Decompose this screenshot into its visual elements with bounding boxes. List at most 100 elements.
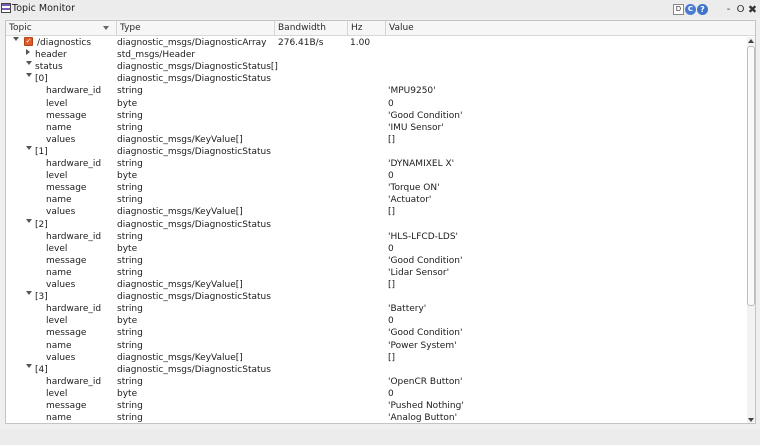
tree-row-type: string (117, 377, 143, 387)
tree-row-topic: level (46, 99, 68, 109)
column-header-type[interactable]: Type (117, 21, 275, 36)
tree-row-value: 'HLS-LFCD-LDS' (388, 232, 459, 242)
tree-row[interactable]: header std_msgs/Header (6, 49, 746, 61)
tree-row-type: string (117, 111, 143, 121)
tree-row[interactable]: values diagnostic_msgs/KeyValue[] [] (6, 279, 746, 291)
title-bar-buttons: D C ? - O ✖ (672, 2, 758, 16)
tree-row[interactable]: name string 'Lidar Sensor' (6, 267, 746, 279)
tree-row-type: string (117, 413, 143, 423)
tree-row[interactable]: [2] diagnostic_msgs/DiagnosticStatus (6, 219, 746, 231)
tree-row[interactable]: hardware_id string 'HLS-LFCD-LDS' (6, 231, 746, 243)
column-header-value[interactable]: Value (386, 21, 745, 36)
tree-row[interactable]: status diagnostic_msgs/DiagnosticStatus[] (6, 61, 746, 73)
expand-arrow-right-icon[interactable] (26, 49, 30, 55)
tree-row[interactable]: level byte 0 (6, 98, 746, 110)
tree-row[interactable]: name string 'Actuator' (6, 194, 746, 206)
tree-row-topic: [0] (35, 74, 48, 84)
tree-row[interactable]: [4] diagnostic_msgs/DiagnosticStatus (6, 364, 746, 376)
tree-row[interactable]: hardware_id string 'MPU9250' (6, 85, 746, 97)
tree-row-value: 'Battery' (388, 304, 427, 314)
tree-row-topic: message (46, 256, 87, 266)
tree-row-type: string (117, 256, 143, 266)
expand-arrow-down-icon[interactable] (26, 73, 32, 77)
tree-row[interactable]: level byte 0 (6, 243, 746, 255)
tree-row-value: 'Lidar Sensor' (388, 268, 450, 278)
restore-button[interactable]: O (735, 4, 746, 15)
tree-row[interactable]: values diagnostic_msgs/KeyValue[] [] (6, 206, 746, 218)
tree-row[interactable]: name string 'Analog Button' (6, 412, 746, 423)
tree-row[interactable]: [3] diagnostic_msgs/DiagnosticStatus (6, 291, 746, 303)
tree-row-topic: /diagnostics (37, 38, 92, 48)
tree-row[interactable]: hardware_id string 'OpenCR Button' (6, 376, 746, 388)
tree-row-type: string (117, 401, 143, 411)
tree-row[interactable]: hardware_id string 'DYNAMIXEL X' (6, 158, 746, 170)
tree-row-bandwidth: 276.41B/s (278, 38, 324, 48)
reload-button[interactable]: C (685, 3, 696, 15)
tree-row-topic: message (46, 401, 87, 411)
tree-row[interactable]: level byte 0 (6, 170, 746, 182)
tree-row-value: 'Good Condition' (388, 256, 463, 266)
tree-row-topic: values (46, 353, 76, 363)
tree-row-type: diagnostic_msgs/KeyValue[] (117, 207, 243, 217)
tree-row-type: diagnostic_msgs/DiagnosticStatus (117, 292, 271, 302)
tree-row-topic: level (46, 389, 68, 399)
expand-arrow-down-icon[interactable] (26, 61, 32, 65)
tree-row-topic: name (46, 268, 72, 278)
d-button[interactable]: D (673, 3, 684, 15)
expand-arrow-down-icon[interactable] (26, 291, 32, 295)
status-bar (0, 429, 760, 445)
tree-row-value: 0 (388, 244, 394, 254)
tree-row[interactable]: message string 'Torque ON' (6, 182, 746, 194)
tree-row[interactable]: level byte 0 (6, 315, 746, 327)
tree-row-value: 'Torque ON' (388, 183, 440, 193)
tree-row-type: diagnostic_msgs/KeyValue[] (117, 353, 243, 363)
scrollbar-thumb[interactable] (747, 46, 755, 306)
column-header-topic[interactable]: Topic (6, 21, 117, 36)
tree-row-value: 'OpenCR Button' (388, 377, 463, 387)
tree-row-type: string (117, 123, 143, 133)
expand-arrow-down-icon[interactable] (13, 37, 19, 41)
tree-row[interactable]: message string 'Good Condition' (6, 110, 746, 122)
tree-row-topic: hardware_id (46, 232, 102, 242)
column-header-hz[interactable]: Hz (348, 21, 386, 36)
tree-row-topic: name (46, 123, 72, 133)
tree-row[interactable]: [0] diagnostic_msgs/DiagnosticStatus (6, 73, 746, 85)
tree-row[interactable]: values diagnostic_msgs/KeyValue[] [] (6, 352, 746, 364)
tree-row[interactable]: hardware_id string 'Battery' (6, 303, 746, 315)
monitor-checkbox[interactable]: ✓ (24, 37, 33, 46)
expand-arrow-down-icon[interactable] (26, 364, 32, 368)
tree-row[interactable]: name string 'Power System' (6, 340, 746, 352)
minimize-button[interactable]: - (723, 4, 734, 15)
tree-row[interactable]: ✓ /diagnostics diagnostic_msgs/DiagnosticA… (6, 37, 746, 49)
tree-row[interactable]: message string 'Pushed Nothing' (6, 400, 746, 412)
tree-row-type: diagnostic_msgs/DiagnosticStatus (117, 74, 271, 84)
tree-row[interactable]: values diagnostic_msgs/KeyValue[] [] (6, 134, 746, 146)
scroll-up-arrow-icon[interactable] (748, 39, 754, 43)
close-button[interactable]: ✖ (747, 4, 758, 15)
tree-row-type: std_msgs/Header (117, 50, 196, 60)
tree-row[interactable]: level byte 0 (6, 388, 746, 400)
vertical-scrollbar[interactable] (747, 37, 755, 423)
tree-row-topic: hardware_id (46, 86, 102, 96)
tree-row-topic: message (46, 328, 87, 338)
column-header-type-label: Type (120, 23, 141, 33)
tree-row[interactable]: name string 'IMU Sensor' (6, 122, 746, 134)
tree-row-value: 'Pushed Nothing' (388, 401, 464, 411)
tree-row-topic: level (46, 171, 68, 181)
tree-row[interactable]: message string 'Good Condition' (6, 327, 746, 339)
tree-row-value: 'Good Condition' (388, 328, 463, 338)
expand-arrow-down-icon[interactable] (26, 146, 32, 150)
tree-row-value: 'Analog Button' (388, 413, 458, 423)
tree-row-topic: hardware_id (46, 377, 102, 387)
tree-row[interactable]: [1] diagnostic_msgs/DiagnosticStatus (6, 146, 746, 158)
column-header-bandwidth[interactable]: Bandwidth (275, 21, 348, 36)
tree-row-type: diagnostic_msgs/DiagnosticArray (117, 38, 267, 48)
expand-arrow-down-icon[interactable] (26, 219, 32, 223)
sort-indicator-icon (103, 26, 109, 30)
tree-row[interactable]: message string 'Good Condition' (6, 255, 746, 267)
tree-row-topic: name (46, 341, 72, 351)
help-button[interactable]: ? (697, 3, 708, 15)
tree-row-type: byte (117, 171, 138, 181)
tree-row-hz: 1.00 (350, 38, 371, 48)
scroll-down-arrow-icon[interactable] (748, 418, 754, 422)
